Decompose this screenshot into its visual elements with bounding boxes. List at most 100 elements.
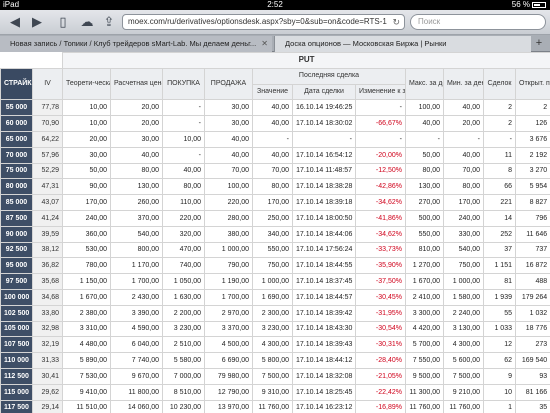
cell-value: 4 300,00 xyxy=(252,336,293,354)
table-row[interactable]: 117 500 29,14 11 510,00 14 060,00 10 230,00 1… xyxy=(0,399,550,413)
column-header-max[interactable]: Макс. за день xyxy=(405,67,444,101)
cell-change: -20,00% xyxy=(355,146,406,164)
cell-strike: 115 000 xyxy=(0,383,33,401)
cell-ask: 40,00 xyxy=(204,146,253,164)
cell-iv: 31,33 xyxy=(32,352,63,369)
cell-oi: 126 xyxy=(514,115,550,132)
new-tab-plus-icon[interactable]: + xyxy=(532,36,546,51)
cell-theo: 5 890,00 xyxy=(62,352,111,369)
cell-ask: 4 500,00 xyxy=(204,336,253,354)
cell-max: 4 420,00 xyxy=(405,320,444,338)
table-row[interactable]: 75 000 52,29 50,00 80,00 40,00 70,00 70,00 17.1… xyxy=(0,162,550,180)
table-row[interactable]: 87 500 41,24 240,00 370,00 220,00 280,00 250,0… xyxy=(0,209,550,227)
cell-date: - xyxy=(292,130,356,148)
icloud-tabs-icon[interactable]: ☁ xyxy=(80,15,94,29)
cell-date: 17.10.14 18:39:43 xyxy=(292,336,356,354)
column-header-ask[interactable]: ПРОДАЖА xyxy=(204,67,253,101)
cell-iv: 43,07 xyxy=(32,194,63,211)
table-row[interactable]: 80 000 47,31 90,00 130,00 80,00 100,00 80,00 17… xyxy=(0,178,550,196)
cell-oi: 273 xyxy=(514,336,550,354)
cell-strike: 55 000 xyxy=(0,99,33,117)
column-header-strike[interactable]: СТРАЙК xyxy=(0,67,33,101)
table-row[interactable]: 97 500 35,68 1 150,00 1 700,00 1 050,00 1 190… xyxy=(0,273,550,290)
tab-smart-lab[interactable]: Новая запись / Топики / Клуб трейдеров s… xyxy=(0,36,272,52)
column-header-min[interactable]: Мин. за день xyxy=(443,67,484,101)
table-row[interactable]: 70 000 57,96 30,00 40,00-40,00 40,00 17.10.14… xyxy=(0,146,550,164)
cell-ask: 30,00 xyxy=(204,99,253,117)
cell-calc: 30,00 xyxy=(110,130,163,148)
cell-bid: 7 000,00 xyxy=(162,367,205,385)
cell-trades: - xyxy=(483,130,516,148)
cell-iv: 64,22 xyxy=(32,130,63,148)
cell-strike: 100 000 xyxy=(0,288,33,306)
table-row[interactable]: 115 000 29,62 9 410,00 11 800,00 8 510,00 12 … xyxy=(0,383,550,401)
column-header-oi[interactable]: Открыт. позиций xyxy=(514,67,550,101)
cell-iv: 30,41 xyxy=(32,367,63,385)
back-arrow-icon[interactable]: ◀ xyxy=(8,15,22,29)
cell-theo: 50,00 xyxy=(62,162,111,180)
cell-value: 11 760,00 xyxy=(252,399,293,413)
cell-trades: 221 xyxy=(483,194,516,211)
cell-max: 100,00 xyxy=(405,99,444,117)
cell-value: 40,00 xyxy=(252,146,293,164)
cell-ask: 220,00 xyxy=(204,194,253,211)
table-row[interactable]: 85 000 43,07 170,00 260,00 110,00 220,00 170,0… xyxy=(0,194,550,211)
table-row[interactable]: 112 500 30,41 7 530,00 9 670,00 7 000,00 79 9… xyxy=(0,367,550,385)
table-row[interactable]: 92 500 38,12 530,00 800,00 470,00 1 000,00 550… xyxy=(0,241,550,259)
cell-trades: 11 xyxy=(483,146,516,164)
cell-strike: 97 500 xyxy=(0,273,33,290)
column-header-calc[interactable]: Расчетная цена xyxy=(110,67,163,101)
table-row[interactable]: 60 000 70,90 10,00 20,00-30,00 40,00 17.10.14… xyxy=(0,115,550,132)
cell-min: 330,00 xyxy=(443,225,484,243)
tab-moex-options[interactable]: Доска опционов — Московская Биржа | Рынк… xyxy=(274,36,531,52)
cell-theo: 9 410,00 xyxy=(62,383,111,401)
cell-trades: 1 151 xyxy=(483,257,516,275)
cell-max: 550,00 xyxy=(405,225,444,243)
cell-change: -22,42% xyxy=(355,383,406,401)
table-row[interactable]: 107 500 32,19 4 480,00 6 040,00 2 510,00 4 50… xyxy=(0,336,550,354)
cell-strike: 102 500 xyxy=(0,304,33,322)
cell-calc: 540,00 xyxy=(110,225,163,243)
table-row[interactable]: 105 000 32,98 3 310,00 4 590,00 3 230,00 3 37… xyxy=(0,320,550,338)
column-header-date[interactable]: Дата сделки xyxy=(292,83,356,101)
column-header-bid[interactable]: ПОКУПКА xyxy=(162,67,205,101)
header-spacer xyxy=(0,52,33,69)
cell-strike: 92 500 xyxy=(0,241,33,259)
cell-ask: 79 980,00 xyxy=(204,367,253,385)
table-row[interactable]: 65 000 64,22 20,00 30,00 10,00 40,00- - - - - -3 6… xyxy=(0,130,550,148)
table-row[interactable]: 90 000 39,59 360,00 540,00 320,00 380,00 340,0… xyxy=(0,225,550,243)
table-row[interactable]: 95 000 36,82 780,00 1 170,00 740,00 790,00 750… xyxy=(0,257,550,275)
cell-trades: 14 xyxy=(483,209,516,227)
cell-ask: 13 970,00 xyxy=(204,399,253,413)
cell-min: 3 130,00 xyxy=(443,320,484,338)
search-input[interactable]: Поиск xyxy=(410,14,546,30)
cell-bid: 470,00 xyxy=(162,241,205,259)
share-icon[interactable]: ⇪ xyxy=(102,15,116,29)
search-placeholder: Поиск xyxy=(418,17,441,26)
column-header-change[interactable]: Изменение к закрытию xyxy=(355,83,406,101)
tab-strip: Новая запись / Топики / Клуб трейдеров s… xyxy=(0,35,550,52)
cell-strike: 107 500 xyxy=(0,336,33,354)
reload-icon[interactable]: ↻ xyxy=(392,15,400,29)
cell-calc: 130,00 xyxy=(110,178,163,196)
cell-max: - xyxy=(405,130,444,148)
bookmarks-book-icon[interactable]: ▯ xyxy=(56,15,70,29)
cell-bid: - xyxy=(162,146,205,164)
cell-change: -42,86% xyxy=(355,178,406,196)
cell-ask: 1 000,00 xyxy=(204,241,253,259)
close-icon[interactable]: ✕ xyxy=(261,36,268,51)
cell-min: 170,00 xyxy=(443,194,484,211)
cell-calc: 7 740,00 xyxy=(110,352,163,369)
table-row[interactable]: 102 500 33,80 2 380,00 3 390,00 2 200,00 2 97… xyxy=(0,304,550,322)
forward-arrow-icon[interactable]: ▶ xyxy=(30,15,44,29)
table-row[interactable]: 110 000 31,33 5 890,00 7 740,00 5 580,00 6 69… xyxy=(0,352,550,369)
table-row[interactable]: 55 000 77,78 10,00 20,00-30,00 40,00 16.10.14… xyxy=(0,99,550,117)
column-header-iv[interactable]: IV xyxy=(32,67,63,101)
address-bar[interactable]: moex.com/ru/derivatives/optionsdesk.aspx… xyxy=(122,14,405,30)
column-header-value[interactable]: Значение xyxy=(252,83,293,101)
cell-strike: 112 500 xyxy=(0,367,33,385)
table-row[interactable]: 100 000 34,68 1 670,00 2 430,00 1 630,00 1 70… xyxy=(0,288,550,306)
cell-trades: 10 xyxy=(483,383,516,401)
column-header-theo[interactable]: Теорети-ческая цена xyxy=(62,67,111,101)
column-header-trades[interactable]: Сделок xyxy=(483,67,516,101)
